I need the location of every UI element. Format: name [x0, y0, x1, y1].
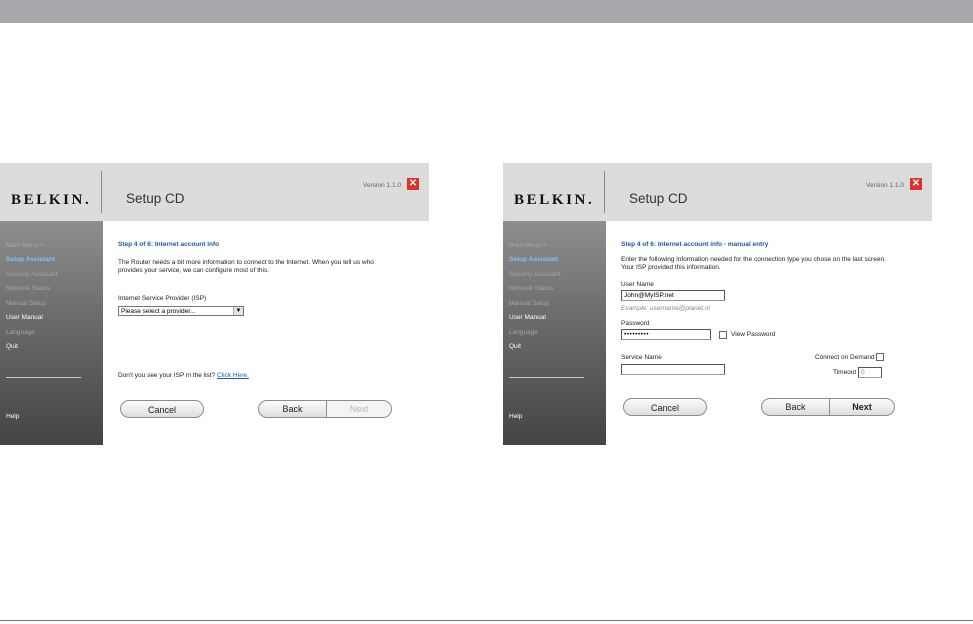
- description-line-1: The Router needs a bit more information …: [118, 259, 374, 266]
- sidebar: Main Menu > Setup Assistant Security Ass…: [503, 221, 606, 445]
- header-divider: [604, 171, 605, 213]
- service-name-label: Service Name: [621, 354, 662, 361]
- window-header: BELKIN. Setup CD Version 1.1.0 ✕: [503, 163, 932, 221]
- isp-not-listed-text: Don't you see your ISP in the list?: [118, 372, 216, 379]
- sidebar-item-main-menu[interactable]: Main Menu >: [6, 242, 44, 249]
- password-input[interactable]: •••••••••: [621, 329, 711, 340]
- back-next-button-group: Back Next: [258, 400, 392, 418]
- isp-select[interactable]: Please select a provider... ▼: [118, 306, 244, 316]
- version-label: Version 1.1.0: [363, 182, 401, 189]
- sidebar-item-network-status[interactable]: Network Status: [509, 285, 553, 292]
- sidebar-item-setup-assistant[interactable]: Setup Assistant: [6, 256, 55, 263]
- content-area: Step 4 of 6: Internet account info The R…: [118, 221, 418, 445]
- password-label: Password: [621, 320, 650, 327]
- window-header: BELKIN. Setup CD Version 1.1.0 ✕: [0, 163, 429, 221]
- sidebar-item-help[interactable]: Help: [6, 413, 19, 420]
- sidebar-item-quit[interactable]: Quit: [6, 343, 18, 350]
- sidebar-item-manual-setup[interactable]: Manual Setup: [509, 300, 549, 307]
- view-password-label: View Password: [731, 331, 776, 338]
- back-button[interactable]: Back: [259, 401, 327, 417]
- sidebar-item-user-manual[interactable]: User Manual: [509, 314, 546, 321]
- username-input[interactable]: John@MyISP.net: [621, 290, 725, 301]
- next-button: Next: [327, 401, 391, 417]
- sidebar-divider: [509, 377, 584, 378]
- timeout-input[interactable]: 0: [858, 367, 882, 378]
- chevron-down-icon[interactable]: ▼: [233, 307, 243, 315]
- sidebar-item-quit[interactable]: Quit: [509, 343, 521, 350]
- sidebar-item-manual-setup[interactable]: Manual Setup: [6, 300, 46, 307]
- view-password-checkbox[interactable]: [719, 331, 727, 339]
- close-icon[interactable]: ✕: [910, 178, 922, 190]
- sidebar-divider: [6, 377, 81, 378]
- username-example: Example: username@planet.nl: [621, 305, 710, 312]
- sidebar-item-network-status[interactable]: Network Status: [6, 285, 50, 292]
- cancel-button[interactable]: Cancel: [623, 398, 707, 416]
- connect-on-demand-checkbox[interactable]: [876, 353, 884, 361]
- step-heading: Step 4 of 6: Internet account info: [118, 241, 220, 248]
- username-label: User Name: [621, 281, 654, 288]
- sidebar-item-main-menu[interactable]: Main Menu >: [509, 242, 547, 249]
- setup-window-manual-entry: BELKIN. Setup CD Version 1.1.0 ✕ Main Me…: [503, 163, 932, 445]
- description-line-1: Enter the following information needed f…: [621, 256, 886, 263]
- sidebar: Main Menu > Setup Assistant Security Ass…: [0, 221, 103, 445]
- cancel-button[interactable]: Cancel: [120, 400, 204, 418]
- sidebar-item-user-manual[interactable]: User Manual: [6, 314, 43, 321]
- close-icon[interactable]: ✕: [407, 178, 419, 190]
- sidebar-item-security-assistant[interactable]: Security Assistant: [6, 271, 57, 278]
- service-name-input[interactable]: [621, 364, 725, 375]
- sidebar-item-language[interactable]: Language: [509, 329, 538, 336]
- isp-not-listed-row: Don't you see your ISP in the list? Clic…: [118, 372, 249, 379]
- connect-on-demand-label: Connect on Demand: [815, 354, 875, 361]
- click-here-link[interactable]: Click Here.: [217, 372, 249, 379]
- isp-label: Internet Service Provider (ISP): [118, 295, 207, 302]
- window-title: Setup CD: [126, 191, 185, 206]
- sidebar-item-language[interactable]: Language: [6, 329, 35, 336]
- top-banner: [0, 0, 973, 23]
- belkin-logo: BELKIN.: [11, 192, 92, 208]
- next-button[interactable]: Next: [830, 399, 894, 415]
- sidebar-item-help[interactable]: Help: [509, 413, 522, 420]
- timeout-label: Timeout: [833, 369, 857, 376]
- bottom-rule: [0, 620, 973, 621]
- description-line-2: provides your service, we can configure …: [118, 267, 270, 274]
- header-divider: [101, 171, 102, 213]
- setup-window-isp-select: BELKIN. Setup CD Version 1.1.0 ✕ Main Me…: [0, 163, 429, 445]
- step-heading: Step 4 of 6: Internet account info - man…: [621, 241, 769, 248]
- back-button[interactable]: Back: [762, 399, 830, 415]
- belkin-logo: BELKIN.: [514, 192, 595, 208]
- description-line-2: Your ISP provided this information.: [621, 264, 721, 271]
- window-title: Setup CD: [629, 191, 688, 206]
- content-area: Step 4 of 6: Internet account info - man…: [621, 221, 921, 445]
- version-label: Version 1.1.0: [866, 182, 904, 189]
- sidebar-item-security-assistant[interactable]: Security Assistant: [509, 271, 560, 278]
- sidebar-item-setup-assistant[interactable]: Setup Assistant: [509, 256, 558, 263]
- back-next-button-group: Back Next: [761, 398, 895, 416]
- isp-select-value: Please select a provider...: [121, 308, 196, 315]
